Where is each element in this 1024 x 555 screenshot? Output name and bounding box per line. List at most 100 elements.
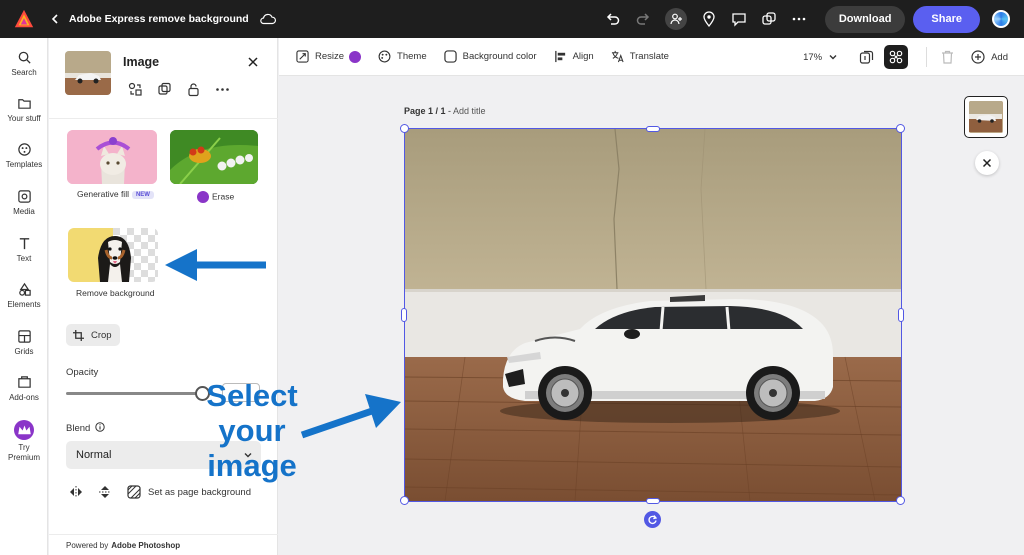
user-avatar[interactable] bbox=[992, 10, 1010, 28]
image-extra-tools: Set as page background bbox=[69, 485, 251, 499]
resize-handle-top[interactable] bbox=[646, 126, 660, 132]
rail-item-add-ons[interactable]: Add-ons bbox=[0, 375, 48, 403]
document-title[interactable]: Adobe Express remove background bbox=[69, 13, 249, 25]
rail-label: Grids bbox=[14, 347, 34, 356]
rail-item-try-premium[interactable]: Try Premium bbox=[0, 420, 48, 463]
comment-icon[interactable] bbox=[731, 11, 747, 27]
canvas-toolbar: Resize Theme Background color Align Tran… bbox=[279, 38, 1024, 76]
download-button[interactable]: Download bbox=[824, 5, 906, 33]
chevron-down-icon[interactable] bbox=[828, 52, 838, 62]
generative-fill-label: Generative fill NEW bbox=[77, 189, 154, 199]
close-pages-button[interactable] bbox=[975, 151, 999, 175]
rail-item-your-stuff[interactable]: Your stuff bbox=[0, 96, 48, 124]
add-page-button[interactable]: Add bbox=[971, 50, 1008, 64]
translate-button[interactable]: Translate bbox=[611, 50, 669, 63]
panel-title: Image bbox=[123, 55, 160, 69]
back-chevron-icon[interactable] bbox=[49, 13, 61, 25]
cloud-sync-icon[interactable] bbox=[259, 12, 277, 26]
erase-label: Erase bbox=[197, 191, 234, 203]
background-color-icon bbox=[443, 50, 457, 63]
opacity-slider-track[interactable] bbox=[66, 392, 211, 395]
duplicate-icon[interactable] bbox=[761, 11, 777, 27]
align-button[interactable]: Align bbox=[554, 50, 594, 63]
rail-label: Elements bbox=[7, 300, 41, 309]
elements-icon bbox=[18, 282, 31, 296]
crop-button[interactable]: Crop bbox=[66, 324, 120, 346]
theme-label: Theme bbox=[397, 51, 427, 62]
add-title-link[interactable]: Add title bbox=[453, 106, 486, 116]
remove-background-card[interactable] bbox=[68, 228, 158, 282]
flip-horizontal-icon[interactable] bbox=[69, 485, 83, 499]
resize-handle-top-right[interactable] bbox=[896, 124, 905, 133]
crown-icon bbox=[14, 420, 34, 440]
resize-handle-bottom-right[interactable] bbox=[896, 496, 905, 505]
info-icon[interactable] bbox=[95, 422, 105, 432]
adobe-express-logo[interactable] bbox=[13, 8, 35, 30]
resize-handle-top-left[interactable] bbox=[400, 124, 409, 133]
annotation-line-3: image bbox=[207, 448, 297, 483]
location-pin-icon[interactable] bbox=[701, 11, 717, 27]
page-thumbnail[interactable] bbox=[964, 96, 1008, 138]
resize-handle-right[interactable] bbox=[898, 308, 904, 322]
page-layers-icon[interactable] bbox=[858, 49, 874, 65]
premium-crown-icon bbox=[197, 191, 209, 203]
rail-item-search[interactable]: Search bbox=[0, 50, 48, 78]
grids-icon bbox=[17, 330, 31, 343]
rail-item-grids[interactable]: Grids bbox=[0, 329, 48, 357]
share-button[interactable]: Share bbox=[913, 5, 980, 33]
panel-divider bbox=[49, 118, 278, 119]
crop-label: Crop bbox=[91, 329, 112, 341]
annotation-text: Select your image bbox=[196, 378, 308, 483]
background-color-button[interactable]: Background color bbox=[443, 50, 537, 63]
rail-item-text[interactable]: Text bbox=[0, 236, 48, 264]
rail-label: Add-ons bbox=[9, 393, 39, 402]
duplicate-layer-icon[interactable] bbox=[156, 81, 172, 97]
rail-item-templates[interactable]: Templates bbox=[0, 142, 48, 170]
erase-text: Erase bbox=[212, 191, 235, 202]
media-icon bbox=[17, 190, 31, 203]
generative-fill-text: Generative fill bbox=[77, 189, 129, 199]
rail-label: Your stuff bbox=[7, 114, 41, 123]
text-icon bbox=[19, 238, 29, 250]
resize-handle-bottom[interactable] bbox=[646, 498, 660, 504]
rail-label: Text bbox=[16, 254, 32, 263]
rail-item-elements[interactable]: Elements bbox=[0, 282, 48, 310]
flip-vertical-icon[interactable] bbox=[98, 485, 112, 499]
more-horizontal-icon[interactable] bbox=[214, 81, 230, 97]
redo-icon[interactable] bbox=[635, 11, 651, 27]
replace-image-icon[interactable] bbox=[127, 81, 143, 97]
grid-view-icon bbox=[889, 50, 903, 64]
rail-item-media[interactable]: Media bbox=[0, 189, 48, 217]
invite-user-icon[interactable] bbox=[664, 8, 687, 30]
lock-icon[interactable] bbox=[185, 81, 201, 97]
close-icon[interactable] bbox=[247, 56, 259, 68]
rail-label: Try Premium bbox=[7, 443, 40, 462]
undo-icon[interactable] bbox=[605, 11, 621, 27]
grid-view-toggle[interactable] bbox=[884, 45, 909, 69]
selected-image[interactable] bbox=[405, 129, 901, 501]
annotation-line-2: your bbox=[218, 413, 286, 448]
opacity-label: Opacity bbox=[66, 367, 99, 378]
set-page-background-label[interactable]: Set as page background bbox=[148, 487, 251, 498]
folder-icon bbox=[17, 99, 31, 109]
blend-value: Normal bbox=[76, 449, 112, 461]
annotation-line-1: Select bbox=[206, 378, 298, 413]
rotate-handle[interactable] bbox=[644, 511, 661, 528]
delete-icon[interactable] bbox=[939, 49, 955, 65]
resize-button[interactable]: Resize bbox=[296, 50, 362, 63]
arrow-to-image bbox=[300, 394, 401, 439]
erase-card[interactable] bbox=[170, 130, 258, 184]
blend-label: Blend bbox=[66, 423, 91, 434]
top-bar: Adobe Express remove background Download… bbox=[0, 0, 1024, 38]
page-background-icon[interactable] bbox=[127, 485, 141, 499]
resize-handle-bottom-left[interactable] bbox=[400, 496, 409, 505]
generative-fill-card[interactable] bbox=[67, 130, 157, 184]
rail-label: Search bbox=[11, 68, 37, 77]
zoom-level[interactable]: 17% bbox=[803, 52, 822, 63]
theme-button[interactable]: Theme bbox=[378, 50, 427, 63]
image-thumbnail bbox=[65, 51, 111, 95]
more-horizontal-icon[interactable] bbox=[791, 11, 807, 27]
resize-label: Resize bbox=[315, 51, 345, 62]
resize-handle-left[interactable] bbox=[401, 308, 407, 322]
powered-prefix: Powered by bbox=[66, 540, 109, 550]
